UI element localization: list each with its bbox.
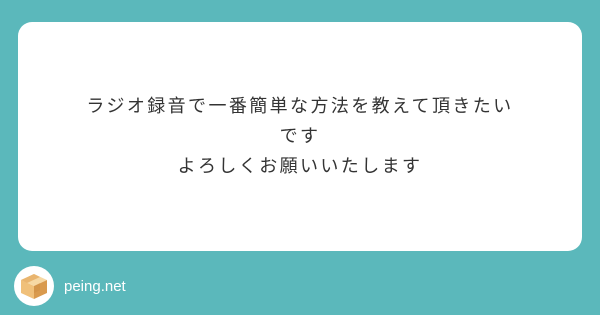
footer: peing.net xyxy=(14,266,126,306)
question-line-1: ラジオ録音で一番簡単な方法を教えて頂きたい xyxy=(86,95,514,117)
cardboard-box-icon xyxy=(14,266,54,306)
question-line-3: よろしくお願いいたします xyxy=(177,155,423,177)
page: ラジオ録音で一番簡単な方法を教えて頂きたい です よろしくお願いいたします pe… xyxy=(0,0,600,315)
question-line-2: です xyxy=(279,125,321,147)
question-text: ラジオ録音で一番簡単な方法を教えて頂きたい です よろしくお願いいたします xyxy=(40,92,560,182)
brand-name[interactable]: peing.net xyxy=(64,278,126,295)
question-card: ラジオ録音で一番簡単な方法を教えて頂きたい です よろしくお願いいたします xyxy=(18,22,582,251)
